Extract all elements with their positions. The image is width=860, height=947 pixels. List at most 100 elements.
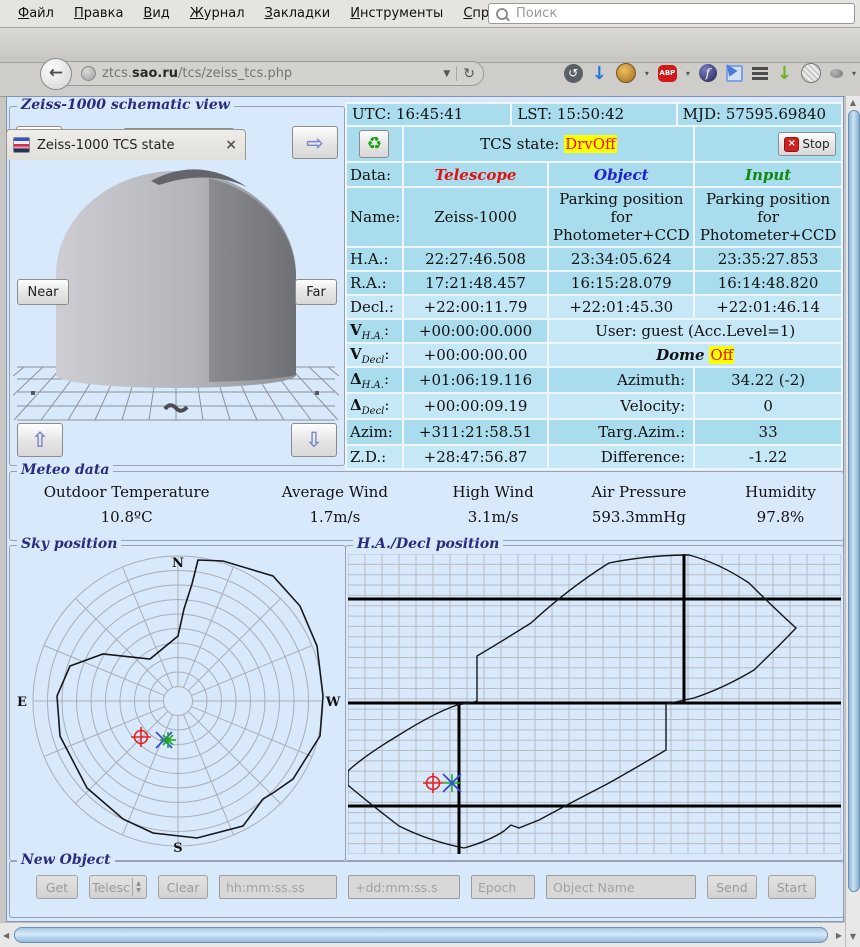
row-label: ΔDecl: bbox=[347, 394, 402, 418]
far-button[interactable]: Far bbox=[295, 279, 337, 305]
url-bar[interactable]: ztcs.sao.ru/tcs/zeiss_tcs.php ▼ ↻ bbox=[52, 61, 484, 86]
azim-telescope: +311:21:58.51 bbox=[404, 420, 548, 444]
tilt-up-button[interactable]: ⇧ bbox=[17, 423, 63, 457]
menu-bar: ФайлПравкаВидЖурналЗакладкиИнструментыСп… bbox=[0, 0, 860, 28]
schematic-legend: Zeiss-1000 schematic view bbox=[17, 97, 234, 113]
meteo-item-label: High Wind bbox=[426, 483, 559, 501]
menu-item[interactable]: Правка bbox=[64, 6, 133, 21]
history-icon[interactable]: ↺ bbox=[564, 64, 583, 83]
meteo-item: Outdoor Temperature10.8ºC bbox=[10, 483, 243, 526]
start-button[interactable]: Start bbox=[768, 875, 816, 899]
stop-button[interactable]: ×Stop bbox=[778, 132, 836, 156]
hadecl-position-plot bbox=[348, 554, 841, 854]
ra-input[interactable] bbox=[219, 875, 337, 899]
refresh-icon: ♻ bbox=[367, 136, 382, 153]
ra-telescope: 17:21:48.457 bbox=[404, 272, 548, 294]
menu-item[interactable]: Файл bbox=[8, 6, 64, 21]
ddecl-telescope: +00:00:09.19 bbox=[404, 394, 548, 418]
proxy-globe-icon[interactable] bbox=[801, 63, 821, 83]
refresh-cell: ♻ bbox=[347, 127, 402, 161]
scroll-right-icon[interactable]: ▶ bbox=[836, 931, 842, 940]
floor-marker-right bbox=[315, 391, 319, 395]
scroll-down-icon[interactable]: ▼ bbox=[846, 932, 860, 941]
decl-telescope: +22:00:11.79 bbox=[404, 296, 548, 318]
new-object-legend: New Object bbox=[17, 852, 115, 868]
right-arrow-icon: ⇨ bbox=[306, 131, 324, 155]
download-arrow-icon[interactable]: ↓ bbox=[592, 63, 607, 84]
clear-button[interactable]: Clear bbox=[158, 875, 208, 899]
floor-marker-left bbox=[31, 391, 35, 395]
near-button[interactable]: Near bbox=[17, 279, 69, 305]
epoch-input[interactable] bbox=[471, 875, 535, 899]
zd-telescope: +28:47:56.87 bbox=[404, 446, 548, 468]
back-button[interactable]: ← bbox=[40, 58, 72, 90]
selection-tool-icon[interactable] bbox=[726, 65, 743, 82]
meteo-item-value: 97.8% bbox=[718, 508, 843, 526]
refresh-button[interactable]: ♻ bbox=[359, 130, 389, 158]
menu-item[interactable]: Инструменты bbox=[340, 6, 453, 21]
meteo-item-value: 10.8ºC bbox=[10, 508, 243, 526]
download-manager-icon[interactable]: ↓ bbox=[777, 63, 792, 84]
tab-zeiss-tcs[interactable]: Zeiss-1000 TCS state × bbox=[6, 129, 246, 160]
fly-caret-icon[interactable]: ▾ bbox=[852, 69, 856, 78]
tab-close-icon[interactable]: × bbox=[223, 137, 239, 153]
url-dropdown-icon[interactable]: ▼ bbox=[443, 69, 450, 79]
sky-legend: Sky position bbox=[17, 536, 121, 552]
down-arrow-icon: ⇩ bbox=[305, 428, 323, 452]
row-label: VH.A.: bbox=[347, 320, 402, 342]
search-field[interactable] bbox=[488, 3, 855, 24]
adblock-icon[interactable]: ABP bbox=[658, 65, 677, 82]
rotate-right-button[interactable]: ⇨ bbox=[292, 126, 338, 159]
meteo-item: Humidity97.8% bbox=[718, 483, 843, 526]
column-object: Object bbox=[549, 163, 693, 186]
ha-input: 23:35:27.853 bbox=[695, 248, 841, 270]
fly-addon-icon[interactable] bbox=[830, 69, 843, 78]
reload-icon[interactable]: ↻ bbox=[463, 66, 475, 82]
page-content: Zeiss-1000 schematic view ⇦ bbox=[6, 96, 844, 922]
ha-telescope: 22:27:46.508 bbox=[404, 248, 548, 270]
greasemonkey-icon[interactable] bbox=[616, 63, 636, 83]
tilt-down-button[interactable]: ⇩ bbox=[291, 423, 337, 457]
time-header-row: UTC: 16:45:41 LST: 15:50:42 MJD: 57595.6… bbox=[345, 102, 843, 125]
vertical-scroll-thumb[interactable] bbox=[848, 110, 860, 892]
new-object-controls: Get Telesc▲▼ Clear Send Start bbox=[36, 875, 843, 899]
ha-object: 23:34:05.624 bbox=[549, 248, 693, 270]
scroll-left-icon[interactable]: ◀ bbox=[3, 931, 9, 940]
menu-item[interactable]: Закладки bbox=[255, 6, 341, 21]
sky-position-plot: N E W S bbox=[12, 554, 342, 854]
row-label: Azim: bbox=[347, 420, 402, 444]
schematic-view-panel: Zeiss-1000 schematic view ⇦ bbox=[9, 106, 345, 466]
dec-input[interactable] bbox=[348, 875, 460, 899]
velocity-value: 0 bbox=[695, 394, 841, 418]
vdecl-telescope: +00:00:00.00 bbox=[404, 344, 548, 366]
object-name-input[interactable] bbox=[546, 875, 696, 899]
hadecl-legend: H.A./Decl position bbox=[353, 536, 503, 552]
menu-item[interactable]: Вид bbox=[133, 6, 179, 21]
adblock-caret-icon[interactable]: ▾ bbox=[686, 69, 690, 78]
flash-icon[interactable]: f bbox=[699, 64, 717, 82]
far-label: Far bbox=[306, 285, 326, 300]
select-spinner-icon[interactable]: ▲▼ bbox=[132, 878, 144, 896]
menu-hamburger-icon[interactable] bbox=[752, 67, 768, 70]
menu-item[interactable]: Журнал bbox=[180, 6, 255, 21]
send-button[interactable]: Send bbox=[707, 875, 757, 899]
browser-window: ФайлПравкаВидЖурналЗакладкиИнструментыСп… bbox=[0, 0, 860, 947]
get-button[interactable]: Get bbox=[36, 875, 78, 899]
azimuth-label: Azimuth: bbox=[549, 368, 693, 392]
site-favicon-icon bbox=[81, 66, 96, 81]
axis-lines bbox=[348, 554, 841, 854]
greasemonkey-caret-icon[interactable]: ▾ bbox=[645, 69, 649, 78]
horizontal-scroll-thumb[interactable] bbox=[14, 927, 828, 943]
search-input[interactable] bbox=[514, 5, 854, 22]
mjd-value: MJD: 57595.69840 bbox=[678, 104, 841, 125]
user-info: User: guest (Acc.Level=1) bbox=[549, 320, 841, 342]
input-marker bbox=[160, 732, 176, 748]
ra-input: 16:14:48.820 bbox=[695, 272, 841, 294]
vertical-scrollbar[interactable]: ▲ ▼ bbox=[845, 96, 860, 947]
telescope-select[interactable]: Telesc▲▼ bbox=[89, 875, 147, 899]
scroll-up-icon[interactable]: ▲ bbox=[846, 98, 860, 107]
row-label: Decl.: bbox=[347, 296, 402, 318]
horizontal-scrollbar[interactable]: ◀ ▶ bbox=[0, 922, 845, 947]
stop-x-icon: × bbox=[784, 137, 799, 152]
meteo-row: Outdoor Temperature10.8ºCAverage Wind1.7… bbox=[10, 472, 843, 526]
